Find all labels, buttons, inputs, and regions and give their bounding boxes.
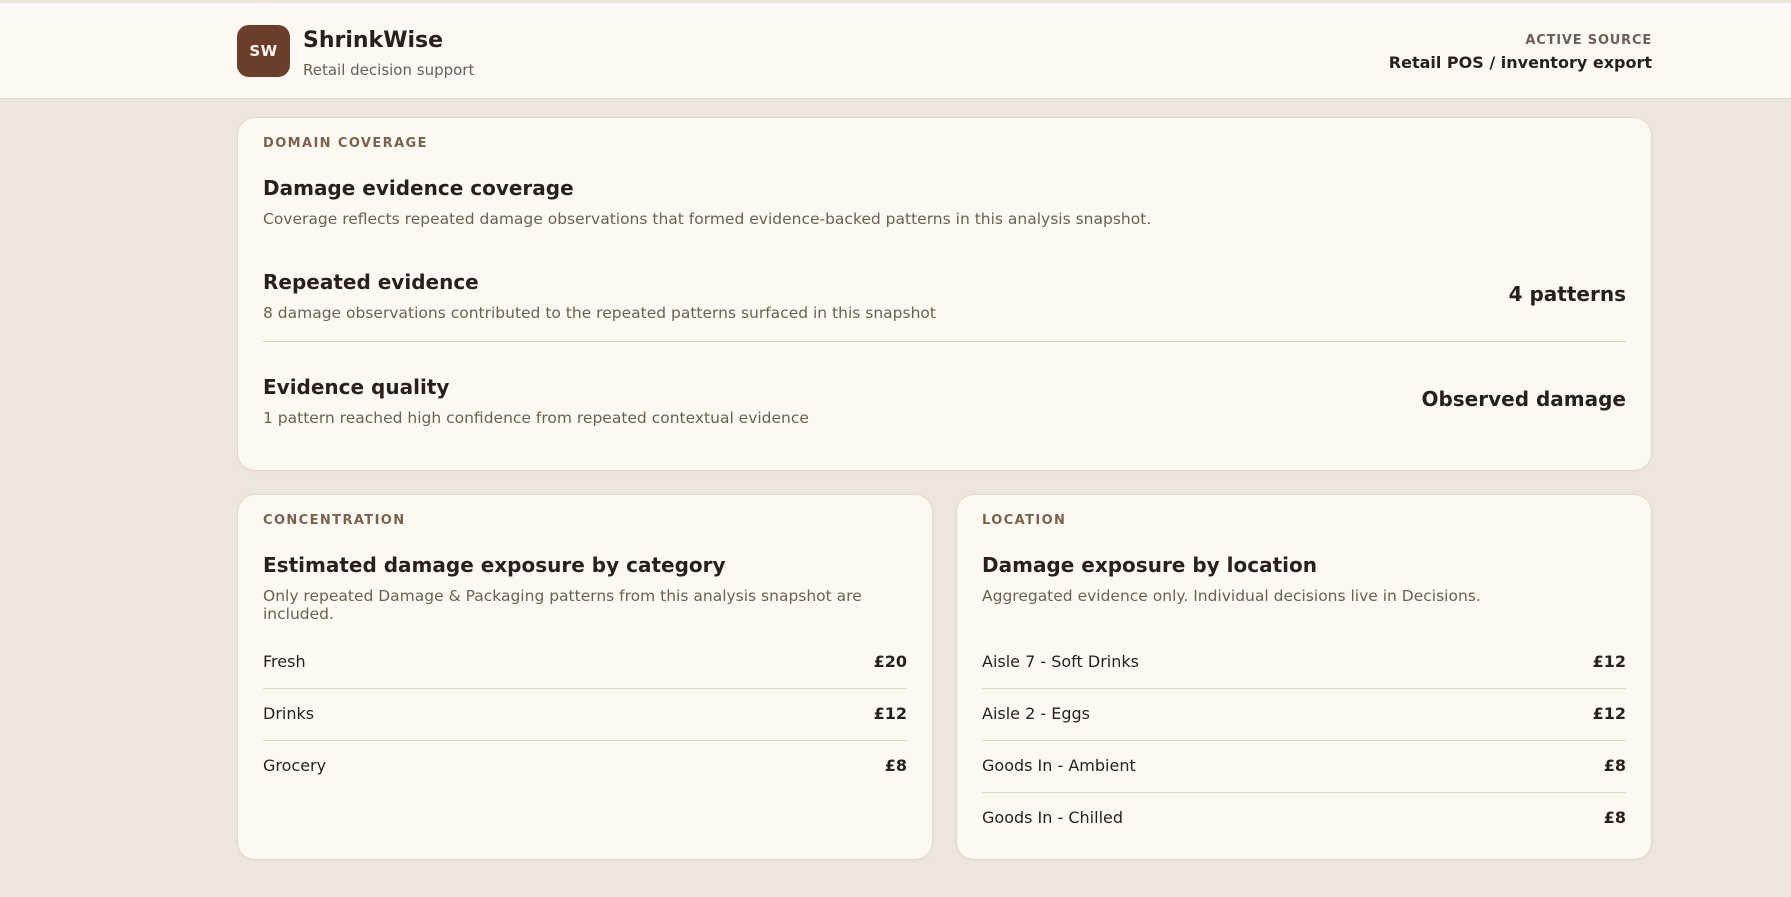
list-item: Aisle 7 - Soft Drinks £12 [982,637,1626,689]
location-value: £8 [1603,808,1626,827]
card-title: Estimated damage exposure by category [263,553,726,577]
list-item: Grocery £8 [263,741,907,793]
category-label: Drinks [263,704,315,723]
metric-subtitle: 8 damage observations contributed to the… [263,304,936,322]
list-item: Goods In - Ambient £8 [982,741,1626,793]
logo-text: SW [249,42,278,60]
location-list: Aisle 7 - Soft Drinks £12 Aisle 2 - Eggs… [982,637,1626,845]
category-label: Fresh [263,652,306,671]
category-value: £8 [884,756,907,775]
top-bar: SW ShrinkWise Retail decision support AC… [0,3,1791,99]
brand-logo[interactable]: SW [237,25,290,77]
category-value: £12 [873,704,907,723]
active-source: ACTIVE SOURCE Retail POS / inventory exp… [1389,33,1652,72]
card-kicker: DOMAIN COVERAGE [263,136,428,151]
list-item: Goods In - Chilled £8 [982,793,1626,845]
metric-subtitle: 1 pattern reached high confidence from r… [263,409,809,427]
category-exposure-card: CONCENTRATION Estimated damage exposure … [237,494,933,860]
list-item: Fresh £20 [263,637,907,689]
card-kicker: CONCENTRATION [263,513,406,528]
card-description: Coverage reflects repeated damage observ… [263,210,1152,228]
brand-name[interactable]: ShrinkWise [303,28,443,53]
metric-evidence-quality: Evidence quality 1 pattern reached high … [263,375,1626,427]
divider [263,341,1626,342]
card-kicker: LOCATION [982,513,1067,528]
location-value: £12 [1592,704,1626,723]
location-value: £8 [1603,756,1626,775]
list-item: Aisle 2 - Eggs £12 [982,689,1626,741]
category-label: Grocery [263,756,327,775]
brand-tagline: Retail decision support [303,61,475,79]
card-description: Only repeated Damage & Packaging pattern… [263,587,862,623]
location-label: Goods In - Chilled [982,808,1124,827]
metric-value: Observed damage [1421,387,1626,411]
location-label: Goods In - Ambient [982,756,1136,775]
metric-value: 4 patterns [1508,282,1626,306]
location-value: £12 [1592,652,1626,671]
card-description: Aggregated evidence only. Individual dec… [982,587,1481,605]
location-label: Aisle 7 - Soft Drinks [982,652,1139,671]
metric-title: Repeated evidence [263,270,479,294]
metric-repeated-evidence: Repeated evidence 8 damage observations … [263,270,1626,322]
domain-coverage-card: DOMAIN COVERAGE Damage evidence coverage… [237,117,1652,471]
category-value: £20 [873,652,907,671]
card-title: Damage exposure by location [982,553,1317,577]
category-list: Fresh £20 Drinks £12 Grocery £8 [263,637,907,793]
location-label: Aisle 2 - Eggs [982,704,1090,723]
list-item: Drinks £12 [263,689,907,741]
location-exposure-card: LOCATION Damage exposure by location Agg… [956,494,1652,860]
active-source-label: ACTIVE SOURCE [1525,33,1652,48]
active-source-value: Retail POS / inventory export [1388,53,1652,72]
card-title: Damage evidence coverage [263,176,574,200]
